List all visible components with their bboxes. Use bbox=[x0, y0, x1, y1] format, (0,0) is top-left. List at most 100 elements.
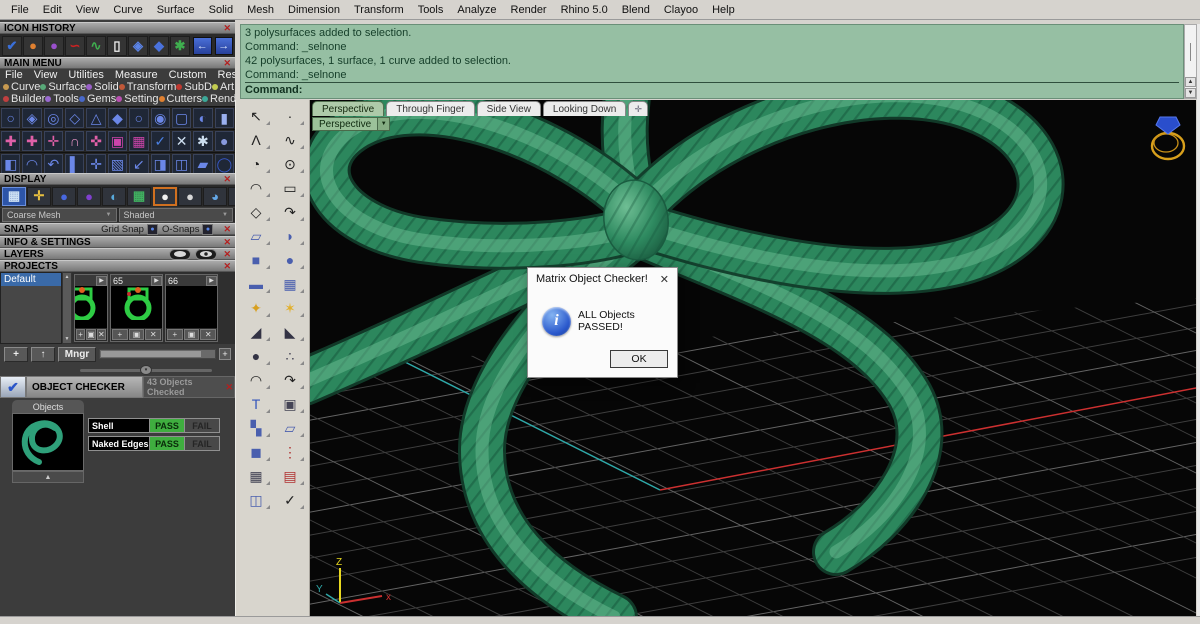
category-button[interactable]: Art bbox=[211, 81, 234, 93]
tool-icon[interactable]: ◎ bbox=[43, 108, 64, 128]
category-button[interactable]: Tools bbox=[45, 93, 79, 105]
rhino-tool-button[interactable]: ◣ bbox=[273, 320, 307, 344]
project-list[interactable]: Default bbox=[0, 272, 62, 344]
display-mode-icon[interactable]: ◐ bbox=[102, 186, 126, 206]
object-checker-title[interactable]: OBJECT CHECKER bbox=[26, 376, 143, 398]
menu-item[interactable]: Solid bbox=[202, 4, 240, 16]
new-viewport-tab-button[interactable]: ✛ bbox=[628, 101, 649, 116]
menu-item[interactable]: Help bbox=[705, 4, 742, 16]
display-mode-icon[interactable]: ● bbox=[77, 186, 101, 206]
display-mode-icon[interactable]: ▦ bbox=[2, 186, 26, 206]
thumbnails-add-button[interactable]: + bbox=[219, 348, 231, 360]
eye-icon[interactable] bbox=[195, 248, 218, 260]
category-button[interactable]: SubD bbox=[176, 81, 212, 93]
tool-icon[interactable]: ○ bbox=[1, 108, 21, 128]
main-menu-link[interactable]: Custom bbox=[169, 69, 207, 81]
rhino-tool-button[interactable]: · bbox=[273, 104, 307, 128]
tool-icon[interactable]: ✚ bbox=[1, 131, 21, 151]
rhino-tool-button[interactable]: ◢ bbox=[239, 320, 273, 344]
menu-item[interactable]: Clayoo bbox=[657, 4, 705, 16]
rhino-tool-button[interactable]: ▚ bbox=[239, 416, 273, 440]
menu-item[interactable]: Dimension bbox=[281, 4, 347, 16]
render-mode-icon[interactable]: ◕ bbox=[203, 186, 227, 206]
rhino-tool-button[interactable]: ◫ bbox=[239, 488, 273, 512]
display-mode-icon[interactable]: ✛ bbox=[27, 186, 51, 206]
project-thumbnail[interactable]: 66 ▶ + ▣ ✕ bbox=[165, 274, 218, 342]
history-back-button[interactable]: ← bbox=[193, 36, 212, 55]
layer-visibility-toggle[interactable] bbox=[169, 248, 192, 260]
rhino-tool-button[interactable]: ∴ bbox=[273, 344, 307, 368]
rhino-tool-button[interactable]: ↷ bbox=[273, 200, 307, 224]
close-icon[interactable]: ✕ bbox=[223, 261, 231, 271]
category-button[interactable]: Render bbox=[202, 93, 235, 105]
rhino-tool-button[interactable]: ◠ bbox=[239, 176, 273, 200]
thumbnail-save-button[interactable]: ▣ bbox=[128, 329, 145, 340]
close-icon[interactable]: ✕ bbox=[223, 174, 231, 184]
tool-icon[interactable]: ✚ bbox=[22, 131, 42, 151]
project-manager-button[interactable]: Mngr bbox=[58, 346, 96, 362]
rhino-tool-button[interactable]: ◗ bbox=[273, 224, 307, 248]
rhino-tool-button[interactable]: ↖ bbox=[239, 104, 273, 128]
close-icon[interactable]: ✕ bbox=[660, 273, 669, 286]
tool-icon[interactable]: ∩ bbox=[65, 131, 85, 151]
render-mode-icon[interactable]: ● bbox=[153, 186, 177, 206]
category-button[interactable]: Transform bbox=[118, 81, 176, 93]
rhino-tool-button[interactable]: ▭ bbox=[273, 176, 307, 200]
add-project-button[interactable]: + bbox=[4, 346, 28, 362]
tool-icon[interactable]: ◉ bbox=[150, 108, 170, 128]
thumbnail-delete-button[interactable]: ✕ bbox=[96, 329, 106, 340]
promote-project-button[interactable]: ↑ bbox=[31, 346, 55, 362]
thumbnail-save-button[interactable]: ▣ bbox=[86, 329, 96, 340]
rhino-tool-button[interactable]: ▱ bbox=[239, 224, 273, 248]
tool-icon[interactable]: ◠ bbox=[22, 154, 42, 174]
rhino-tool-button[interactable]: ▦ bbox=[273, 272, 307, 296]
category-button[interactable]: Setting bbox=[116, 93, 159, 105]
tool-icon[interactable]: ◇ bbox=[65, 108, 85, 128]
rhino-tool-button[interactable]: T bbox=[239, 392, 273, 416]
menu-item[interactable]: Analyze bbox=[450, 4, 503, 16]
project-list-scrollbar[interactable]: ▲ ▼ bbox=[62, 272, 72, 344]
dialog-titlebar[interactable]: Matrix Object Checker! ✕ bbox=[528, 268, 677, 290]
thumbnail-add-button[interactable]: + bbox=[76, 329, 86, 340]
display-header[interactable]: DISPLAY ✕ bbox=[0, 173, 235, 185]
history-icon[interactable]: ● bbox=[23, 35, 43, 56]
info-settings-header[interactable]: INFO & SETTINGS ✕ bbox=[0, 236, 235, 248]
history-icon[interactable]: ✱ bbox=[170, 35, 190, 56]
scrollbar-thumb[interactable] bbox=[1190, 43, 1191, 61]
viewport-tab[interactable]: Looking Down bbox=[542, 101, 627, 116]
menu-item[interactable]: Surface bbox=[150, 4, 202, 16]
rhino-tool-button[interactable]: ↷ bbox=[273, 368, 307, 392]
thumbnails-scrollbar[interactable] bbox=[99, 349, 216, 359]
tool-icon[interactable]: ◐ bbox=[193, 108, 213, 128]
menu-item[interactable]: Render bbox=[504, 4, 554, 16]
osnaps-checkbox[interactable]: ● bbox=[202, 223, 214, 235]
object-preview[interactable] bbox=[12, 413, 84, 471]
tool-icon[interactable]: ✕ bbox=[171, 131, 192, 151]
category-button[interactable]: Gems bbox=[78, 93, 116, 105]
rhino-tool-button[interactable]: ◇ bbox=[239, 200, 273, 224]
tool-icon[interactable]: ◫ bbox=[171, 154, 192, 174]
main-menu-link[interactable]: File bbox=[5, 69, 23, 81]
menu-item[interactable]: Curve bbox=[106, 4, 149, 16]
rhino-tool-button[interactable]: ▣ bbox=[273, 392, 307, 416]
close-icon[interactable]: ✕ bbox=[223, 237, 231, 247]
thumbnail-delete-button[interactable]: ✕ bbox=[200, 329, 217, 340]
tool-icon[interactable]: ◆ bbox=[107, 108, 128, 128]
tool-icon[interactable]: ▢ bbox=[171, 108, 192, 128]
menu-item[interactable]: File bbox=[4, 4, 36, 16]
thumbnail-add-button[interactable]: + bbox=[167, 329, 183, 340]
menu-item[interactable]: Tools bbox=[411, 4, 451, 16]
close-icon[interactable]: ✕ bbox=[223, 23, 231, 33]
tool-icon[interactable]: ✱ bbox=[193, 131, 213, 151]
rhino-tool-button[interactable]: ▦ bbox=[239, 464, 273, 488]
category-button[interactable]: Curve bbox=[3, 81, 40, 93]
close-icon[interactable]: ✕ bbox=[225, 382, 233, 393]
main-menu-link[interactable]: Utilities bbox=[68, 69, 103, 81]
command-prompt[interactable]: Command: bbox=[245, 82, 1179, 97]
play-icon[interactable]: ▶ bbox=[151, 275, 162, 286]
viewport-title-label[interactable]: Perspective bbox=[312, 117, 379, 131]
history-icon[interactable]: ◆ bbox=[149, 35, 169, 56]
menu-item[interactable]: Edit bbox=[36, 4, 69, 16]
history-icon[interactable]: ● bbox=[44, 35, 64, 56]
category-button[interactable]: Cutters bbox=[158, 93, 202, 105]
